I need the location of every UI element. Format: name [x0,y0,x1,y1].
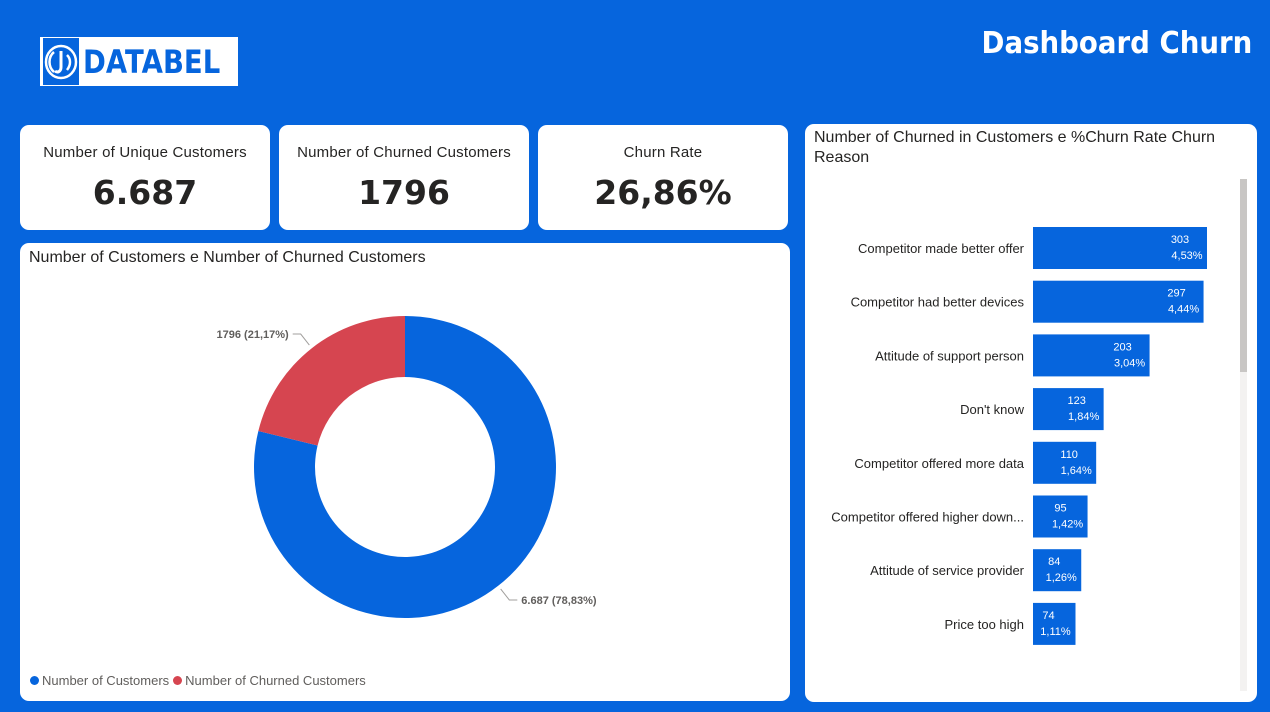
bar-value-label: 74 [1042,610,1054,622]
kpi-card-unique-customers: Number of Unique Customers 6.687 [20,125,270,230]
donut-leader-line [500,588,518,601]
bar-pct-label: 1,11% [1040,626,1071,638]
kpi-value: 6.687 [92,173,198,212]
kpi-label: Number of Unique Customers [43,144,247,161]
bar-category-label: Don't know [960,402,1025,417]
scrollbar-thumb[interactable] [1240,179,1247,372]
legend-label: Number of Churned Customers [185,673,366,688]
donut-chart-card[interactable]: Number of Customers e Number of Churned … [20,243,790,701]
bar-category-label: Attitude of service provider [870,563,1025,578]
kpi-value: 1796 [358,173,450,212]
bar-category-label: Competitor offered more data [854,456,1024,471]
bar-value-label: 110 [1060,449,1078,461]
logo-mark-icon [43,38,79,85]
bar-pct-label: 1,26% [1046,572,1077,584]
legend-label: Number of Customers [42,673,170,688]
bar-value-label: 84 [1048,556,1060,568]
bar-value-label: 303 [1171,234,1189,246]
bar-chart-card[interactable]: Number of Churned in Customers e %Churn … [805,124,1257,702]
logo-text: DATABEL [83,42,221,81]
bar-value-label: 297 [1167,288,1185,300]
bar-category-label: Attitude of support person [875,348,1024,363]
legend-item-churned[interactable]: Number of Churned Customers [173,673,366,688]
databel-logo: DATABEL [38,35,240,88]
donut-legend: Number of Customers Number of Churned Cu… [30,673,370,688]
kpi-label: Churn Rate [623,144,703,161]
bar-pct-label: 1,84% [1068,411,1099,423]
kpi-card-churn-rate: Churn Rate 26,86% [538,125,788,230]
bar-pct-label: 1,42% [1052,519,1083,531]
bar-value-label: 95 [1054,503,1066,515]
bar-category-label: Price too high [945,617,1025,632]
kpi-card-churned-customers: Number of Churned Customers 1796 [279,125,529,230]
bar-chart[interactable]: Competitor made better offer 303 4,53% Comp… [805,124,1257,702]
legend-dot-icon [30,676,39,685]
legend-item-customers[interactable]: Number of Customers [30,673,169,688]
bar-value-label: 203 [1113,341,1131,353]
scrollbar[interactable] [1240,179,1247,691]
bar-category-label: Competitor offered higher down... [831,510,1024,525]
bar-category-label: Competitor had better devices [851,295,1025,310]
bar-category-label: Competitor made better offer [858,241,1025,256]
donut-leader-line [292,333,310,346]
bar-pct-label: 1,64% [1061,465,1092,477]
kpi-value: 26,86% [594,173,732,212]
bar-pct-label: 4,44% [1168,304,1199,316]
bar-pct-label: 4,53% [1171,250,1202,262]
bar-pct-label: 3,04% [1114,357,1145,369]
donut-chart[interactable]: 6.687 (78,83%) 1796 (21,17%) [20,243,790,701]
kpi-label: Number of Churned Customers [297,144,511,161]
donut-data-label: 6.687 (78,83%) [521,595,597,607]
bar-2[interactable] [1033,334,1150,377]
bar-value-label: 123 [1067,395,1085,407]
page-title: Dashboard Churn [981,26,1252,61]
legend-dot-icon [173,676,183,685]
donut-data-label: 1796 (21,17%) [217,329,289,341]
